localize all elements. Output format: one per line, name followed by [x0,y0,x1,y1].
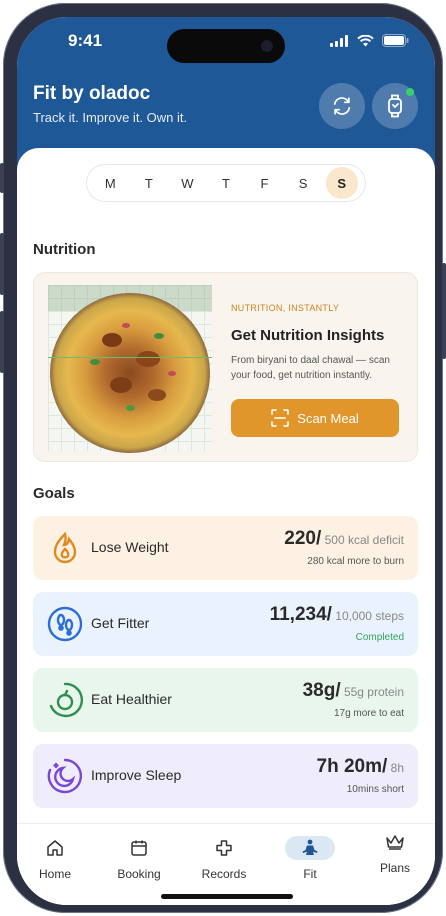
goal-target: 500 kcal deficit [324,533,404,547]
day-6[interactable]: S [325,167,358,199]
goal-value: 11,234/ [269,604,332,625]
tab-label: Fit [303,867,317,881]
tab-label: Plans [379,861,411,875]
home-icon [30,836,80,860]
smartwatch-icon [388,94,402,118]
footsteps-icon [47,606,83,642]
goal-note: 17g more to eat [333,708,404,719]
app-tagline: Track it. Improve it. Own it. [33,110,188,125]
smartwatch-button[interactable] [372,83,418,129]
camera-icon [261,40,273,52]
bottom-tab-bar: Home Booking Records Fit Plans [17,823,435,905]
app-title: Fit by oladoc [33,83,151,104]
goal-target: 55g protein [343,685,404,699]
tab-booking[interactable]: Booking [101,836,177,881]
week-day-selector: MTWTFSS [86,164,366,202]
goal-card-improve-sleep[interactable]: Improve Sleep 7h 20m/ 8h 10mins short [33,744,418,808]
goal-progress: 220/ 500 kcal deficit [284,528,404,550]
day-5[interactable]: S [287,167,319,199]
goal-target: 8h [390,761,404,775]
goal-card-lose-weight[interactable]: Lose Weight 220/ 500 kcal deficit 280 kc… [33,516,418,580]
tab-home[interactable]: Home [17,836,93,881]
goal-progress: 11,234/ 10,000 steps [270,604,404,626]
nutrition-section-title: Nutrition [33,241,96,258]
goal-name: Get Fitter [91,615,150,631]
tab-records[interactable]: Records [186,836,262,881]
sync-icon [333,97,351,115]
scan-meal-label: Scan Meal [297,410,359,426]
day-0[interactable]: M [94,167,126,199]
nutrition-heading: Get Nutrition Insights [231,327,385,344]
goals-section-title: Goals [33,485,75,502]
dynamic-island [167,29,285,63]
scan-icon [271,409,290,427]
moon-icon [47,758,83,794]
status-time: 9:41 [68,31,103,50]
goal-name: Eat Healthier [91,691,172,707]
nutrition-tag: NUTRITION, INSTANTLY [231,303,340,313]
tab-label: Booking [117,867,161,881]
tab-label: Home [38,867,71,881]
status-icons [330,34,409,47]
meditation-icon [285,836,335,860]
phone-frame: 9:41 Fit by oladoc Track it. Improve it.… [0,3,446,913]
wifi-icon [357,34,374,46]
tab-label: Records [201,867,247,881]
tab-plans[interactable]: Plans [357,830,433,875]
main-content: MTWTFSS Nutrition NUTRITION, INSTANTLY G… [17,148,435,905]
watch-connected-indicator [406,88,414,96]
battery-icon [382,34,409,47]
calendar-icon [114,836,164,860]
day-4[interactable]: F [249,167,281,199]
status-bar: 9:41 [17,17,435,67]
side-button [0,163,4,193]
home-indicator [161,894,293,899]
screen: 9:41 Fit by oladoc Track it. Improve it.… [17,17,435,905]
apple-icon [47,682,84,718]
power-button [442,263,446,359]
goal-target: 10,000 steps [335,609,404,623]
day-1[interactable]: T [133,167,165,199]
goal-note: Completed [355,632,404,643]
volume-down-button [0,311,4,373]
nutrition-description: From biryani to daal chawal — scan your … [231,355,390,381]
tab-fit[interactable]: Fit [272,836,348,881]
day-3[interactable]: T [210,167,242,199]
goal-progress: 38g/ 55g protein [303,680,404,702]
crown-icon [370,830,420,854]
sync-button[interactable] [319,83,365,129]
medical-cross-icon [199,836,249,860]
nutrition-card: NUTRITION, INSTANTLY Get Nutrition Insig… [33,272,418,462]
volume-up-button [0,233,4,295]
goal-value: 38g/ [302,680,341,701]
goal-note: 280 kcal more to burn [307,556,404,567]
day-2[interactable]: W [171,167,203,199]
biryani-plate [50,293,210,453]
goal-name: Improve Sleep [91,767,182,783]
goal-card-eat-healthier[interactable]: Eat Healthier 38g/ 55g protein 17g more … [33,668,418,732]
signal-icon [330,34,348,47]
flame-icon [47,530,83,566]
food-image [48,285,212,453]
goal-progress: 7h 20m/ 8h [317,756,404,778]
scan-line [48,357,212,358]
goal-value: 7h 20m/ [316,756,388,777]
goal-value: 220/ [284,528,322,549]
scan-meal-button[interactable]: Scan Meal [231,399,399,437]
goal-name: Lose Weight [91,539,169,555]
goal-card-get-fitter[interactable]: Get Fitter 11,234/ 10,000 steps Complete… [33,592,418,656]
goal-note: 10mins short [346,784,404,795]
